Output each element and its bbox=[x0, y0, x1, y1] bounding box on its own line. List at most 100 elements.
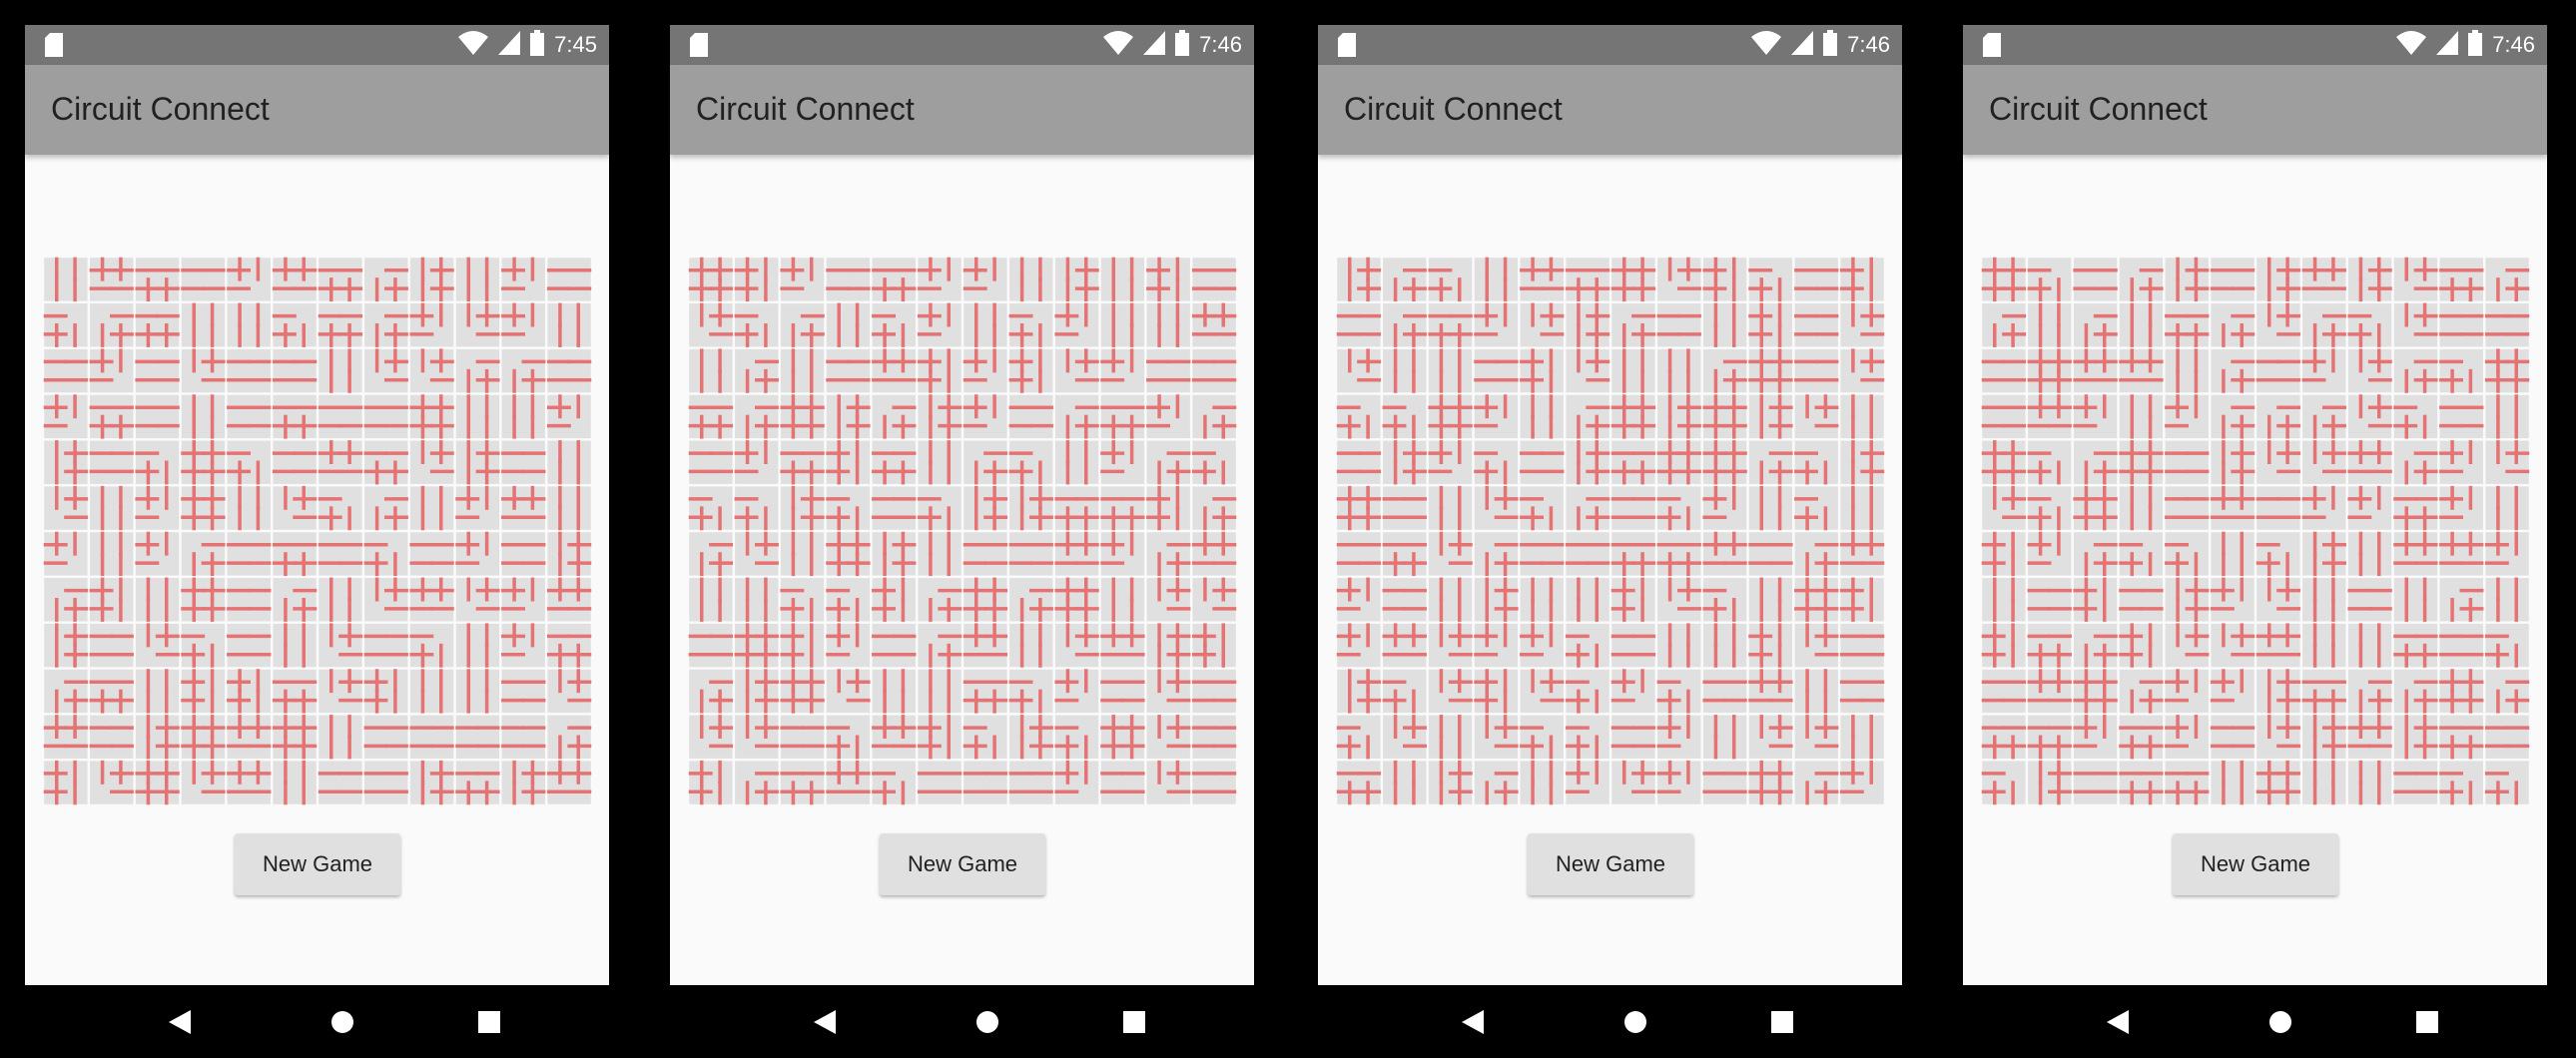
circuit-tile[interactable] bbox=[2439, 394, 2484, 439]
circuit-tile[interactable] bbox=[547, 302, 591, 347]
circuit-tile[interactable] bbox=[1474, 394, 1519, 439]
circuit-tile[interactable] bbox=[2165, 257, 2210, 302]
circuit-tile[interactable] bbox=[90, 485, 134, 531]
circuit-tile[interactable] bbox=[918, 394, 963, 439]
circuit-tile[interactable] bbox=[963, 394, 1007, 439]
circuit-tile[interactable] bbox=[872, 440, 917, 485]
circuit-tile[interactable] bbox=[1146, 760, 1191, 804]
circuit-tile[interactable] bbox=[1008, 761, 1053, 804]
circuit-tile[interactable] bbox=[1146, 348, 1191, 393]
new-game-button[interactable]: New Game bbox=[880, 833, 1045, 895]
circuit-tile[interactable] bbox=[1054, 623, 1099, 668]
circuit-tile[interactable] bbox=[1474, 302, 1519, 347]
circuit-tile[interactable] bbox=[318, 303, 363, 347]
circuit-tile[interactable] bbox=[1839, 531, 1885, 576]
circuit-tile[interactable] bbox=[181, 258, 226, 301]
circuit-tile[interactable] bbox=[2347, 257, 2392, 302]
circuit-tile[interactable] bbox=[1008, 303, 1053, 347]
circuit-tile[interactable] bbox=[2119, 394, 2164, 439]
circuit-tile[interactable] bbox=[1474, 715, 1519, 759]
circuit-tile[interactable] bbox=[1054, 257, 1099, 302]
circuit-tile[interactable] bbox=[1191, 531, 1237, 576]
circuit-tile[interactable] bbox=[1657, 257, 1701, 301]
circuit-tile[interactable] bbox=[455, 715, 500, 759]
circuit-tile[interactable] bbox=[1794, 623, 1839, 668]
circuit-tile[interactable] bbox=[455, 485, 500, 530]
circuit-tile[interactable] bbox=[1981, 531, 2026, 577]
circuit-tile[interactable] bbox=[872, 577, 916, 622]
circuit-tile[interactable] bbox=[272, 669, 318, 714]
circuit-tile[interactable] bbox=[44, 440, 89, 485]
circuit-tile[interactable] bbox=[1520, 760, 1564, 805]
circuit-tile[interactable] bbox=[2256, 577, 2301, 622]
circuit-tile[interactable] bbox=[826, 440, 871, 485]
circuit-tile[interactable] bbox=[1146, 715, 1191, 759]
circuit-tile[interactable] bbox=[1981, 623, 2026, 668]
circuit-tile[interactable] bbox=[227, 715, 272, 759]
circuit-tile[interactable] bbox=[2301, 485, 2346, 530]
circuit-tile[interactable] bbox=[2165, 761, 2210, 805]
circuit-tile[interactable] bbox=[1382, 578, 1427, 622]
circuit-tile[interactable] bbox=[2439, 531, 2484, 576]
circuit-tile[interactable] bbox=[2027, 394, 2072, 439]
circuit-tile[interactable] bbox=[2302, 760, 2346, 805]
circuit-tile[interactable] bbox=[2165, 486, 2210, 530]
circuit-tile[interactable] bbox=[963, 257, 1007, 301]
circuit-tile[interactable] bbox=[2256, 394, 2301, 439]
circuit-tile[interactable] bbox=[2211, 760, 2254, 805]
circuit-tile[interactable] bbox=[135, 394, 180, 439]
circuit-tile[interactable] bbox=[780, 348, 825, 393]
circuit-tile[interactable] bbox=[1054, 577, 1099, 622]
circuit-tile[interactable] bbox=[1054, 440, 1099, 485]
circuit-tile[interactable] bbox=[2255, 623, 2301, 668]
circuit-tile[interactable] bbox=[1794, 715, 1839, 759]
circuit-tile[interactable] bbox=[1191, 440, 1236, 485]
circuit-tile[interactable] bbox=[2393, 302, 2438, 347]
circuit-tile[interactable] bbox=[1009, 257, 1053, 302]
circuit-tile[interactable] bbox=[1100, 257, 1145, 302]
circuit-tile[interactable] bbox=[2073, 577, 2118, 622]
circuit-tile[interactable] bbox=[1748, 302, 1793, 347]
circuit-tile[interactable] bbox=[1383, 348, 1427, 393]
circuit-tile[interactable] bbox=[1428, 577, 1473, 622]
circuit-tile[interactable] bbox=[89, 394, 134, 439]
circuit-tile[interactable] bbox=[2393, 348, 2438, 393]
circuit-tile[interactable] bbox=[43, 348, 89, 393]
circuit-tile[interactable] bbox=[546, 760, 592, 804]
circuit-tile[interactable] bbox=[1702, 485, 1747, 530]
circuit-tile[interactable] bbox=[318, 532, 363, 576]
circuit-tile[interactable] bbox=[1336, 715, 1381, 760]
home-icon[interactable] bbox=[325, 1005, 359, 1039]
circuit-tile[interactable] bbox=[546, 348, 592, 393]
circuit-tile[interactable] bbox=[2073, 485, 2118, 531]
home-icon[interactable] bbox=[2263, 1005, 2297, 1039]
circuit-tile[interactable] bbox=[318, 258, 363, 302]
circuit-tile[interactable] bbox=[826, 669, 871, 714]
circuit-tile[interactable] bbox=[826, 258, 871, 301]
circuit-tile[interactable] bbox=[826, 760, 871, 804]
circuit-tile[interactable] bbox=[1383, 760, 1427, 805]
circuit-tile[interactable] bbox=[363, 440, 408, 485]
circuit-tile[interactable] bbox=[1657, 577, 1701, 622]
circuit-tile[interactable] bbox=[1054, 760, 1099, 804]
circuit-tile[interactable] bbox=[735, 669, 779, 714]
circuit-tile[interactable] bbox=[272, 394, 318, 439]
circuit-tile[interactable] bbox=[227, 669, 271, 714]
circuit-tile[interactable] bbox=[409, 485, 454, 531]
circuit-tile[interactable] bbox=[1100, 531, 1145, 576]
circuit-tile[interactable] bbox=[181, 669, 226, 714]
circuit-tile[interactable] bbox=[1566, 486, 1610, 531]
circuit-tile[interactable] bbox=[1336, 623, 1381, 668]
circuit-tile[interactable] bbox=[1610, 577, 1655, 622]
circuit-tile[interactable] bbox=[872, 486, 917, 530]
circuit-tile[interactable] bbox=[2347, 669, 2392, 714]
circuit-tile[interactable] bbox=[1566, 394, 1610, 439]
circuit-tile[interactable] bbox=[1336, 577, 1381, 622]
circuit-tile[interactable] bbox=[2439, 440, 2483, 484]
circuit-tile[interactable] bbox=[319, 623, 363, 668]
circuit-tile[interactable] bbox=[1748, 348, 1793, 393]
circuit-tile[interactable] bbox=[44, 578, 89, 622]
circuit-tile[interactable] bbox=[2210, 669, 2254, 714]
circuit-tile[interactable] bbox=[2302, 394, 2346, 439]
circuit-tile[interactable] bbox=[2347, 348, 2392, 393]
